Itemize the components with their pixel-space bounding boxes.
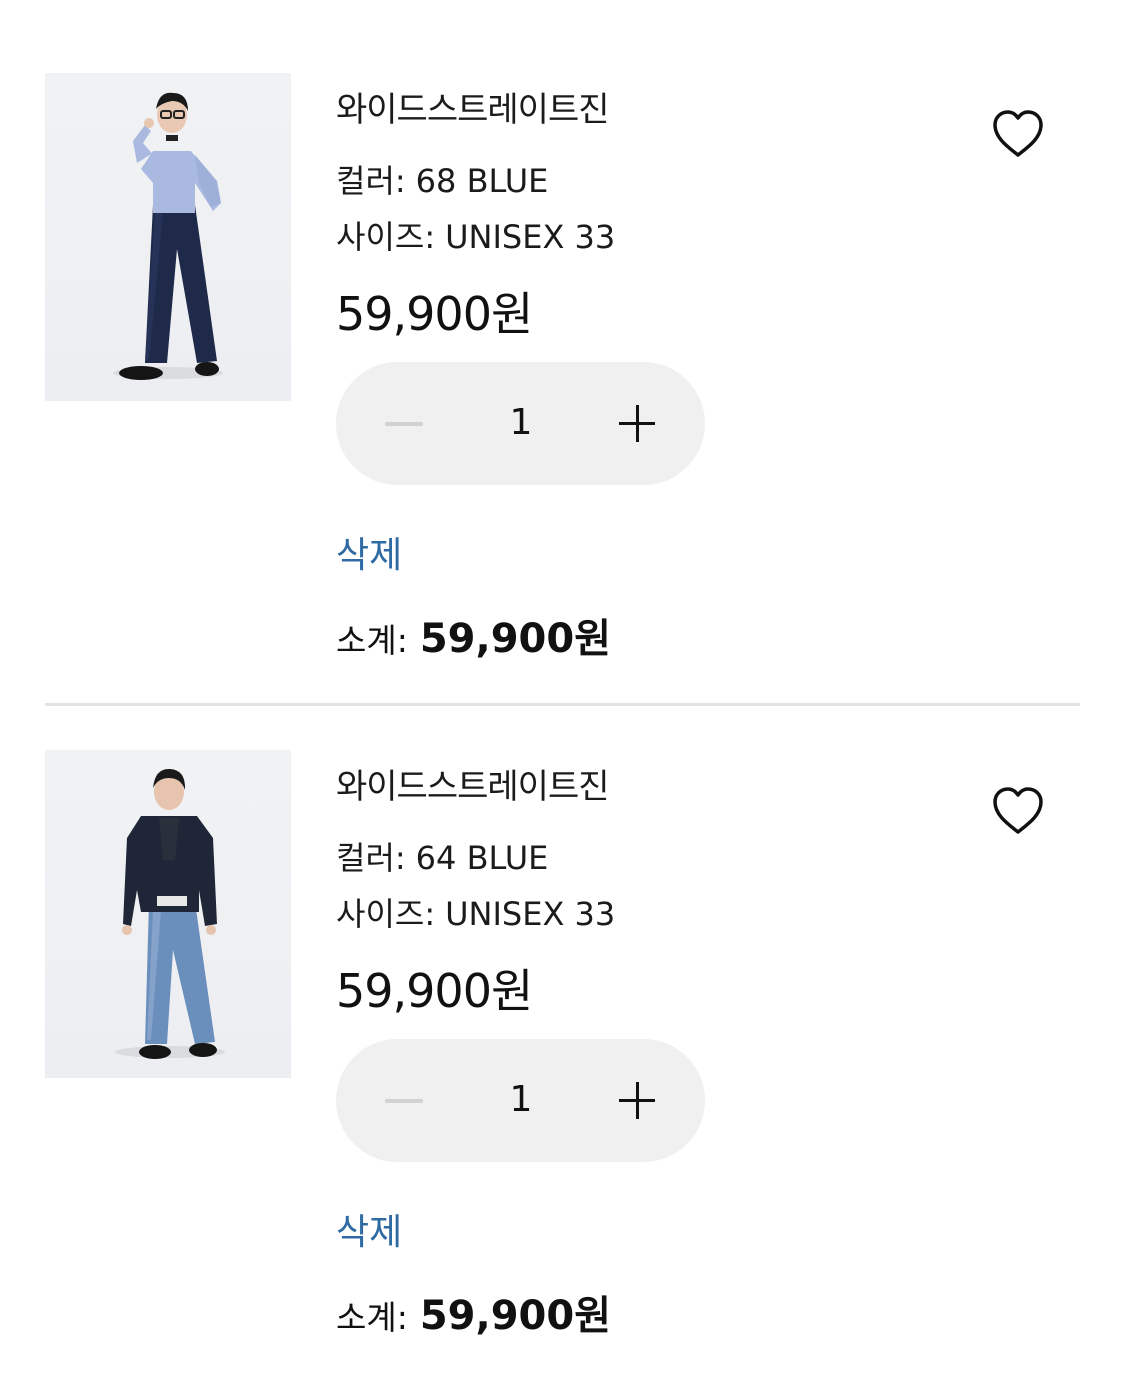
quantity-stepper: 1 (336, 362, 705, 485)
color-label: 컬러: (336, 839, 406, 877)
increase-quantity-button[interactable] (604, 393, 672, 453)
decrease-quantity-button[interactable] (370, 393, 438, 453)
size-value: UNISEX 33 (445, 218, 616, 256)
cart-item: 와이드스트레이트진 컬러: 68 BLUE 사이즈: UNISEX 33 59,90… (0, 0, 1125, 677)
product-color: 컬러: 64 BLUE (336, 833, 548, 879)
size-label: 사이즈: (336, 895, 436, 933)
product-size: 사이즈: UNISEX 33 (336, 212, 615, 258)
product-price: 59,900원 (336, 964, 533, 1018)
subtotal-amount: 59,900원 (419, 616, 611, 662)
color-value: 68 BLUE (415, 162, 549, 200)
size-value: UNISEX 33 (445, 895, 616, 933)
delete-link[interactable]: 삭제 (336, 526, 402, 578)
product-name[interactable]: 와이드스트레이트진 (336, 759, 610, 808)
subtotal-label: 소계: (336, 1298, 408, 1337)
product-size: 사이즈: UNISEX 33 (336, 889, 615, 935)
heart-icon[interactable] (990, 107, 1046, 163)
subtotal: 소계: 59,900원 (336, 606, 611, 664)
cart-item: 와이드스트레이트진 컬러: 64 BLUE 사이즈: UNISEX 33 59,90… (0, 677, 1125, 1354)
quantity-value: 1 (509, 1079, 533, 1120)
quantity-value: 1 (509, 402, 533, 443)
product-name[interactable]: 와이드스트레이트진 (336, 82, 610, 131)
product-price: 59,900원 (336, 287, 533, 341)
product-image[interactable] (45, 73, 291, 401)
heart-icon[interactable] (990, 784, 1046, 840)
decrease-quantity-button[interactable] (370, 1070, 438, 1130)
quantity-stepper: 1 (336, 1039, 705, 1162)
increase-quantity-button[interactable] (604, 1070, 672, 1130)
product-image[interactable] (45, 750, 291, 1078)
color-label: 컬러: (336, 162, 406, 200)
product-color: 컬러: 68 BLUE (336, 156, 548, 202)
model-photo-illustration (113, 92, 223, 380)
size-label: 사이즈: (336, 218, 436, 256)
model-photo-illustration (115, 768, 225, 1059)
subtotal-amount: 59,900원 (419, 1293, 611, 1339)
subtotal: 소계: 59,900원 (336, 1283, 611, 1341)
subtotal-label: 소계: (336, 621, 408, 660)
delete-link[interactable]: 삭제 (336, 1203, 402, 1255)
color-value: 64 BLUE (415, 839, 549, 877)
